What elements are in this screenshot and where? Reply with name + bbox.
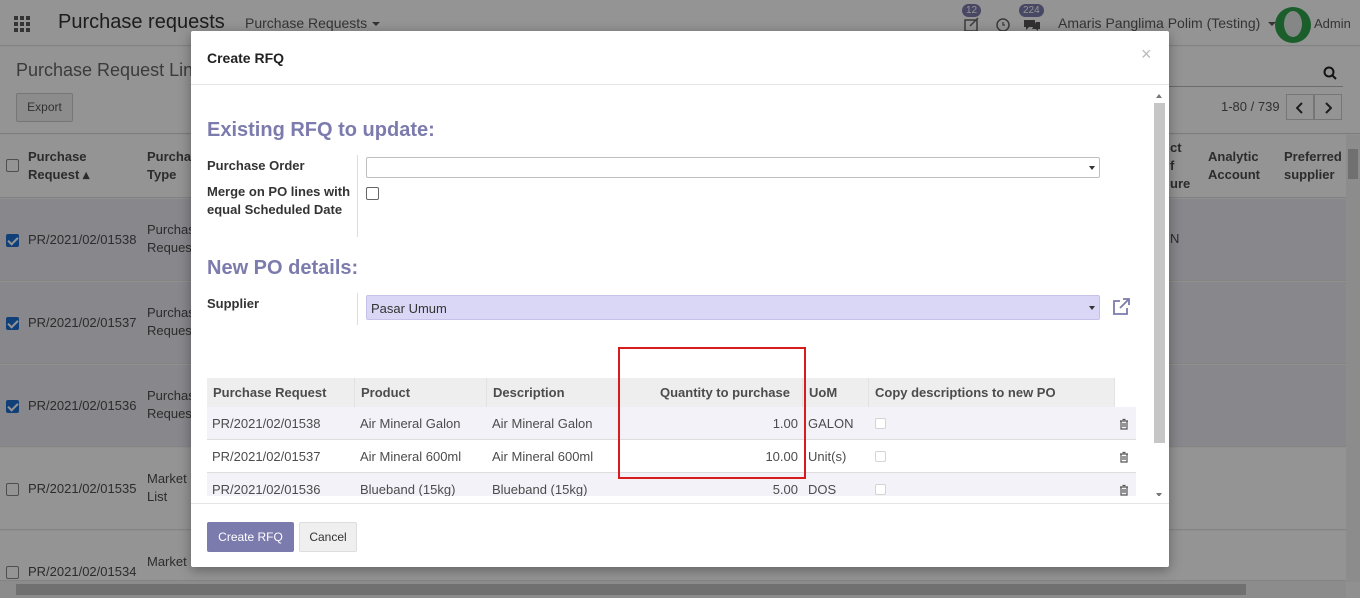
row-product: Air Mineral 600ml xyxy=(360,449,462,464)
column-uom[interactable]: UoM xyxy=(803,378,869,407)
merge-po-lines-label: Merge on PO lines with equal Scheduled D… xyxy=(207,184,351,217)
supplier-value: Pasar Umum xyxy=(371,301,447,316)
trash-icon[interactable] xyxy=(1119,451,1129,463)
copy-description-checkbox[interactable] xyxy=(875,484,886,495)
dialog-header: Create RFQ × xyxy=(191,31,1169,85)
column-product[interactable]: Product xyxy=(355,378,487,407)
merge-po-lines-checkbox[interactable] xyxy=(366,187,379,200)
field-divider xyxy=(357,293,358,325)
quantity-highlight-box xyxy=(618,347,806,479)
row-request: PR/2021/02/01538 xyxy=(212,416,321,431)
close-icon[interactable]: × xyxy=(1141,44,1152,65)
row-description: Blueband (15kg) xyxy=(492,482,588,496)
copy-description-checkbox[interactable] xyxy=(875,451,886,462)
row-product: Air Mineral Galon xyxy=(360,416,461,431)
row-description: Air Mineral Galon xyxy=(492,416,593,431)
scroll-up-icon[interactable] xyxy=(1156,94,1162,98)
copy-description-checkbox[interactable] xyxy=(875,418,886,429)
trash-icon[interactable] xyxy=(1119,484,1129,496)
row-uom: Unit(s) xyxy=(808,449,847,464)
column-copy-descriptions[interactable]: Copy descriptions to new PO xyxy=(869,378,1115,407)
caret-down-icon xyxy=(1089,166,1095,170)
existing-rfq-section-title: Existing RFQ to update: xyxy=(207,119,435,141)
column-purchase-request[interactable]: Purchase Request xyxy=(207,378,355,407)
caret-down-icon xyxy=(1089,306,1095,310)
column-description[interactable]: Description xyxy=(487,378,619,407)
row-request: PR/2021/02/01536 xyxy=(212,482,321,496)
row-request: PR/2021/02/01537 xyxy=(212,449,321,464)
scroll-down-icon[interactable] xyxy=(1156,493,1162,496)
trash-icon[interactable] xyxy=(1119,418,1129,430)
purchase-order-label: Purchase Order xyxy=(207,158,305,173)
external-link-icon[interactable] xyxy=(1111,297,1131,317)
supplier-select[interactable]: Pasar Umum xyxy=(366,295,1100,320)
row-description: Air Mineral 600ml xyxy=(492,449,594,464)
row-uom: DOS xyxy=(808,482,837,496)
dialog-footer: Create RFQ Cancel xyxy=(191,503,1169,567)
cancel-button[interactable]: Cancel xyxy=(299,522,357,552)
purchase-order-select[interactable] xyxy=(366,157,1100,178)
create-rfq-dialog: Create RFQ × Existing RFQ to update: Pur… xyxy=(191,31,1169,567)
row-product: Blueband (15kg) xyxy=(360,482,456,496)
row-uom: GALON xyxy=(808,416,854,431)
dialog-scrollbar[interactable] xyxy=(1153,89,1166,496)
new-po-section-title: New PO details: xyxy=(207,257,359,279)
create-rfq-button[interactable]: Create RFQ xyxy=(207,522,294,552)
supplier-label: Supplier xyxy=(207,296,260,311)
dialog-title: Create RFQ xyxy=(207,50,285,66)
field-divider xyxy=(357,155,358,237)
